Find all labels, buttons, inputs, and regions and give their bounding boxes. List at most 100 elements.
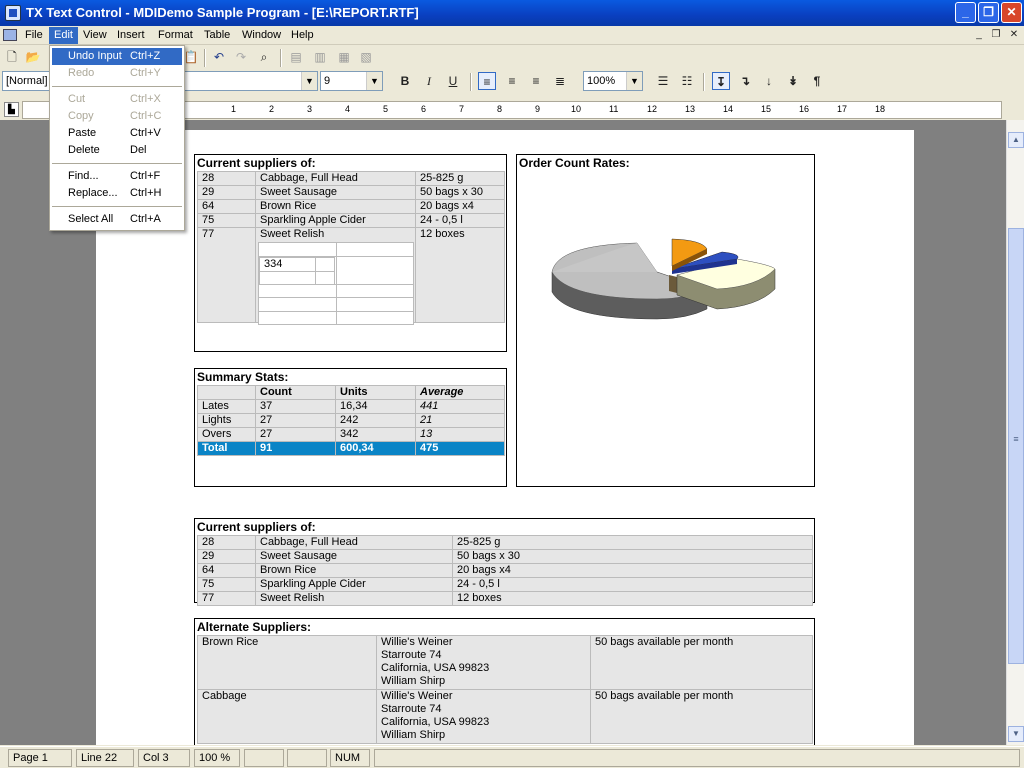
new-icon[interactable]: 🗋 (3, 48, 21, 66)
menu-paste[interactable]: Paste Ctrl+V (52, 125, 182, 142)
pilcrow-icon[interactable]: ¶ (808, 72, 826, 90)
table-split-icon[interactable]: ▧ (357, 48, 375, 66)
close-button[interactable]: ✕ (1001, 2, 1022, 23)
title-bar[interactable]: TX Text Control - MDIDemo Sample Program… (0, 0, 1024, 26)
table-cell[interactable]: 37 (255, 399, 336, 414)
nested-cell[interactable] (258, 297, 337, 312)
menu-file[interactable]: File (20, 27, 48, 44)
nested-cell[interactable] (258, 242, 337, 257)
restore-button[interactable]: ❐ (978, 2, 999, 23)
mdi-restore-icon[interactable]: ❐ (989, 29, 1003, 41)
table-cell[interactable]: 29 (197, 185, 256, 200)
tab-right-icon[interactable]: ↴ (736, 72, 754, 90)
table-cell[interactable]: Sparkling Apple Cider (255, 213, 416, 228)
total-cell[interactable]: Total (197, 441, 256, 456)
table-cell[interactable]: 21 (415, 413, 505, 428)
table-cell[interactable]: 50 bags available per month (590, 635, 813, 690)
table-col-icon[interactable]: ▦ (335, 48, 353, 66)
table-cell[interactable]: 242 (335, 413, 416, 428)
nested-cell[interactable] (315, 256, 335, 272)
table-cell[interactable]: Sweet Relish (255, 591, 453, 606)
mdi-close-icon[interactable]: ✕ (1007, 29, 1021, 41)
table-cell[interactable]: 75 (197, 577, 256, 592)
scroll-up-icon[interactable]: ▲ (1008, 132, 1024, 148)
vertical-scrollbar[interactable]: ▲ ≡ ▼ (1006, 120, 1024, 745)
table-cell[interactable]: 25-825 g (452, 535, 813, 550)
menu-find[interactable]: Find... Ctrl+F (52, 168, 182, 185)
table-cell[interactable]: 16,34 (335, 399, 416, 414)
menu-select-all[interactable]: Select All Ctrl+A (52, 211, 182, 228)
find-icon[interactable]: ⌕ (255, 48, 273, 66)
table-cell[interactable]: 28 (197, 535, 256, 550)
menu-edit[interactable]: Edit (49, 27, 78, 44)
table-cell[interactable]: 20 bags x4 (452, 563, 813, 578)
nested-cell[interactable] (336, 283, 414, 298)
tab-center-icon[interactable]: ↓ (760, 72, 778, 90)
table-insert-icon[interactable]: ▤ (287, 48, 305, 66)
nested-cell[interactable] (258, 310, 337, 325)
table-cell[interactable]: Brown Rice (255, 563, 453, 578)
chevron-down-icon[interactable]: ▼ (366, 72, 382, 90)
tab-type-button[interactable]: ▙ (4, 102, 19, 117)
chart-box[interactable]: Order Count Rates: (516, 154, 815, 487)
table-cell[interactable]: 77 (197, 227, 256, 323)
chevron-down-icon[interactable]: ▼ (626, 72, 642, 90)
bullet-list-icon[interactable]: ☷ (678, 72, 696, 90)
app-icon[interactable] (5, 5, 21, 21)
table-cell[interactable]: 50 bags x 30 (452, 549, 813, 564)
table-cell[interactable]: 29 (197, 549, 256, 564)
suppliers-table-2[interactable]: Current suppliers of: 28 Cabbage, Full He… (194, 518, 815, 606)
menu-replace[interactable]: Replace... Ctrl+H (52, 185, 182, 202)
chevron-down-icon[interactable]: ▼ (301, 72, 317, 90)
nested-cell[interactable]: 334 (258, 255, 337, 285)
total-cell[interactable]: 600,34 (335, 441, 416, 456)
table-cell[interactable]: 28 (197, 171, 256, 186)
table-cell[interactable]: 27 (255, 427, 336, 442)
undo-icon[interactable]: ↶ (210, 48, 228, 66)
nested-cell[interactable] (258, 283, 337, 298)
table-cell[interactable]: Sweet Sausage (255, 185, 416, 200)
alternate-suppliers-table[interactable]: Alternate Suppliers: Brown Rice Willie's… (194, 618, 815, 745)
table-cell[interactable]: 64 (197, 199, 256, 214)
table-cell[interactable]: 75 (197, 213, 256, 228)
total-cell[interactable]: 91 (255, 441, 336, 456)
table-cell[interactable]: Brown Rice (197, 635, 377, 690)
menu-window[interactable]: Window (237, 27, 286, 44)
menu-delete[interactable]: Delete Del (52, 142, 182, 159)
scroll-thumb[interactable]: ≡ (1008, 228, 1024, 664)
underline-icon[interactable]: U (444, 72, 462, 90)
scroll-down-icon[interactable]: ▼ (1008, 726, 1024, 742)
table-cell[interactable]: 50 bags x 30 (415, 185, 505, 200)
table-cell[interactable]: 20 bags x4 (415, 199, 505, 214)
suppliers-table-1[interactable]: Current suppliers of: 28 Cabbage, Full He… (194, 154, 507, 352)
menu-table[interactable]: Table (199, 27, 235, 44)
align-center-icon[interactable]: ≡ (527, 72, 545, 90)
menu-format[interactable]: Format (153, 27, 198, 44)
nested-cell[interactable] (336, 310, 414, 325)
table-cell[interactable]: Sweet Sausage (255, 549, 453, 564)
nested-cell[interactable] (336, 242, 414, 257)
table-cell[interactable]: 77 (197, 591, 256, 606)
menu-cut[interactable]: Cut Ctrl+X (52, 91, 182, 108)
table-cell[interactable]: Lates (197, 399, 256, 414)
bold-icon[interactable]: B (396, 72, 414, 90)
nested-value[interactable]: 334 (258, 256, 317, 272)
nested-cell[interactable] (258, 270, 317, 285)
table-cell[interactable]: Overs (197, 427, 256, 442)
minimize-button[interactable]: _ (955, 2, 976, 23)
font-size-combo[interactable]: 9 ▼ (320, 71, 383, 91)
nested-cell[interactable] (336, 297, 414, 312)
menu-help[interactable]: Help (286, 27, 319, 44)
table-cell[interactable]: Sweet Relish 334 (255, 227, 416, 325)
align-left-icon[interactable]: ≡ (478, 72, 496, 90)
tab-left-icon[interactable]: ↧ (712, 72, 730, 90)
table-cell[interactable]: Willie's Weiner Starroute 74 California,… (376, 689, 591, 744)
total-cell[interactable]: 475 (415, 441, 505, 456)
tab-decimal-icon[interactable]: ↡ (784, 72, 802, 90)
italic-icon[interactable]: I (420, 72, 438, 90)
table-cell[interactable]: 50 bags available per month (590, 689, 813, 744)
document-icon[interactable] (3, 29, 17, 41)
table-cell[interactable]: Sparkling Apple Cider (255, 577, 453, 592)
numbered-list-icon[interactable]: ☰ (654, 72, 672, 90)
open-icon[interactable]: 📂 (24, 48, 42, 66)
